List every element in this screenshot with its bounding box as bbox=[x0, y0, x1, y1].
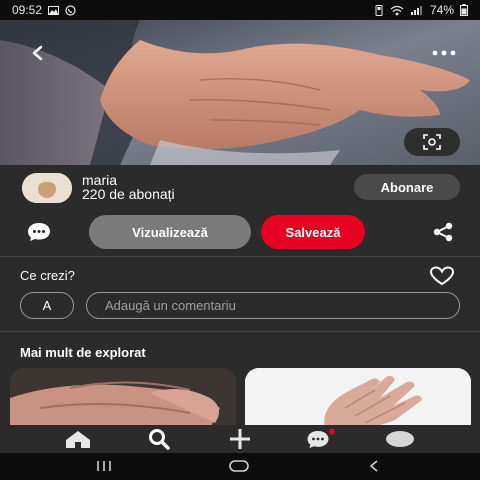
home-icon bbox=[66, 431, 90, 448]
explore-pin-image bbox=[10, 368, 236, 428]
current-user-avatar[interactable]: A bbox=[20, 292, 74, 319]
battery-icon bbox=[460, 4, 468, 16]
recent-apps-icon bbox=[97, 461, 111, 471]
nav-create[interactable] bbox=[220, 425, 260, 453]
system-back-icon bbox=[369, 460, 378, 472]
more-dots-icon bbox=[432, 50, 456, 56]
nav-search[interactable] bbox=[139, 425, 179, 453]
share-icon bbox=[433, 222, 453, 242]
share-button[interactable] bbox=[430, 220, 456, 244]
avatar[interactable] bbox=[22, 173, 72, 203]
wifi-icon bbox=[390, 5, 404, 16]
comments-heading: Ce crezi? bbox=[20, 268, 75, 283]
nav-messages[interactable] bbox=[300, 425, 340, 453]
whatsapp-icon bbox=[65, 4, 76, 16]
back-arrow-icon bbox=[32, 45, 43, 61]
explore-pin-image bbox=[245, 368, 471, 428]
divider bbox=[0, 331, 480, 332]
lens-icon bbox=[423, 134, 441, 150]
plus-icon bbox=[230, 429, 250, 449]
view-button[interactable]: Vizualizează bbox=[89, 215, 251, 249]
system-back-button[interactable] bbox=[354, 456, 394, 476]
chat-bubble-icon bbox=[28, 223, 50, 241]
status-left: 09:52 bbox=[12, 3, 76, 17]
avatar-image bbox=[22, 173, 72, 203]
status-right: 74% bbox=[374, 3, 468, 17]
search-icon bbox=[149, 429, 170, 450]
explore-heading: Mai mult de explorat bbox=[20, 345, 146, 360]
image-notification-icon bbox=[48, 5, 60, 15]
vibrate-icon bbox=[374, 4, 384, 16]
comment-button[interactable] bbox=[24, 220, 54, 244]
home-system-button[interactable] bbox=[219, 456, 259, 476]
home-circle-icon bbox=[229, 460, 249, 472]
status-bar: 09:52 74% bbox=[0, 0, 480, 20]
recent-apps-button[interactable] bbox=[84, 456, 124, 476]
follower-count: 220 de abonați bbox=[82, 186, 175, 202]
nav-home[interactable] bbox=[58, 425, 98, 453]
signal-icon bbox=[410, 5, 424, 16]
explore-pin-card[interactable] bbox=[245, 368, 471, 428]
battery-level: 74% bbox=[429, 3, 454, 17]
visual-search-button[interactable] bbox=[404, 128, 460, 156]
explore-pin-card[interactable] bbox=[10, 368, 236, 428]
divider bbox=[0, 256, 480, 257]
status-time: 09:52 bbox=[12, 3, 43, 17]
nav-profile[interactable] bbox=[380, 425, 420, 453]
save-button[interactable]: Salvează bbox=[261, 215, 365, 249]
heart-icon bbox=[429, 266, 455, 286]
more-options-button[interactable] bbox=[430, 42, 458, 64]
back-button[interactable] bbox=[26, 42, 48, 64]
notification-dot bbox=[329, 428, 335, 435]
like-button[interactable] bbox=[428, 265, 456, 287]
messages-icon bbox=[307, 428, 335, 448]
comment-input[interactable] bbox=[86, 292, 460, 319]
profile-icon bbox=[386, 431, 414, 447]
follow-button[interactable]: Abonare bbox=[354, 174, 460, 200]
